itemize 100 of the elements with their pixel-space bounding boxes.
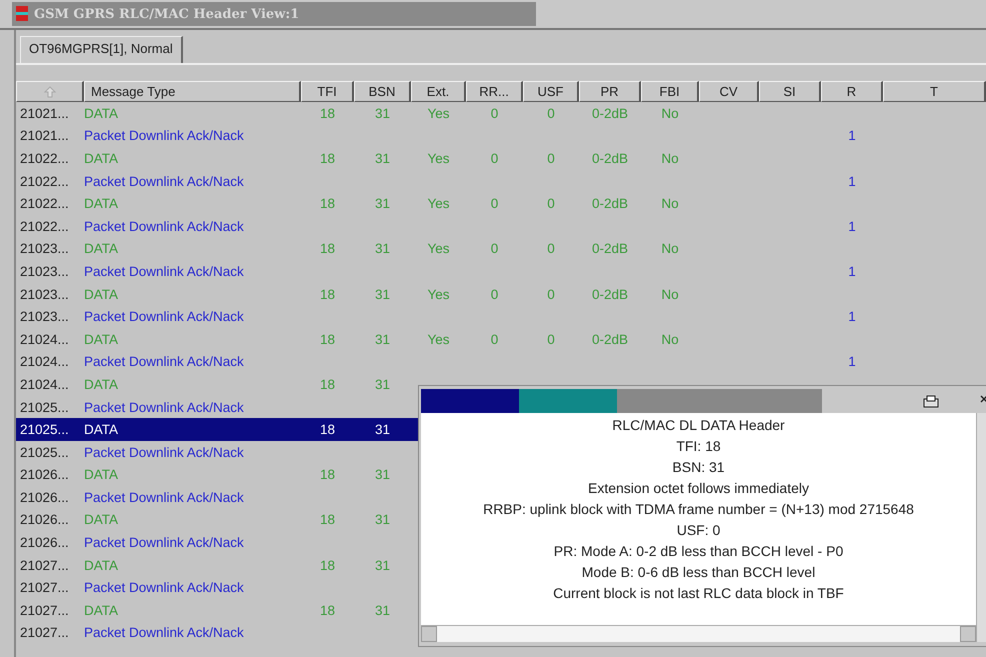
table-cell-text: 21023... <box>19 264 70 279</box>
table-cell-text: 21023... <box>19 309 70 324</box>
tab[interactable]: OT96MGPRS[1], Normal <box>20 36 183 63</box>
table-cell-text: Packet Downlink Ack/Nack <box>84 490 245 505</box>
table-row[interactable]: 21022... DATA 18 31 Yes 0 0 0-2dB No <box>16 147 986 170</box>
printer-icon[interactable] <box>923 394 939 408</box>
table-cell-text: DATA <box>84 106 120 121</box>
detail-line: BSN: 31 <box>672 459 725 477</box>
table-cell-text: 18 <box>318 332 336 347</box>
table-cell-text: 0-2dB <box>590 150 630 166</box>
table-cell-text: 31 <box>374 376 392 392</box>
table-cell-text: 0 <box>546 286 556 302</box>
table-row[interactable]: 21021... Packet Downlink Ack/Nack 1 <box>16 124 986 148</box>
table-cell-text: 18 <box>318 422 336 438</box>
table-row[interactable]: 21022... DATA 18 31 Yes 0 0 0-2dB No <box>16 192 986 215</box>
table-cell-text: Packet Downlink Ack/Nack <box>84 625 245 640</box>
table-row[interactable]: 21024... Packet Downlink Ack/Nack 1 <box>16 350 986 374</box>
table-row[interactable]: 21021... DATA 18 31 Yes 0 0 0-2dB No <box>16 102 986 125</box>
table-cell-text: 18 <box>318 558 336 573</box>
table-cell-text: Yes <box>426 286 451 302</box>
table-row[interactable]: 21024... DATA 18 31 Yes 0 0 0-2dB No <box>16 328 986 351</box>
arrow-icon <box>44 86 56 98</box>
table-cell-text: 21024... <box>19 332 70 347</box>
table-cell-text: 21027... <box>19 580 70 596</box>
detail-line: Mode B: 0-6 dB less than BCCH level <box>582 564 816 582</box>
column-header[interactable]: RR... <box>466 81 523 102</box>
table-cell-text: 21022... <box>19 174 70 189</box>
column-header[interactable]: Message Type <box>84 81 301 102</box>
table-row[interactable]: 21023... Packet Downlink Ack/Nack 1 <box>16 260 986 283</box>
table-cell-text: 0 <box>546 241 556 256</box>
table-cell-text: 18 <box>318 106 336 121</box>
table-cell-text: 0 <box>490 332 500 347</box>
column-header[interactable] <box>16 81 84 102</box>
table-cell-text: DATA <box>84 332 120 347</box>
table-cell-text: 31 <box>374 286 392 302</box>
table-cell-text: No <box>660 241 680 256</box>
column-header[interactable]: FBI <box>641 81 699 102</box>
table-cell-text: Packet Downlink Ack/Nack <box>84 128 245 144</box>
detail-line: RLC/MAC DL DATA Header <box>612 417 785 435</box>
column-header[interactable]: T <box>883 81 986 102</box>
close-icon <box>980 394 986 402</box>
table-cell-text: 21026... <box>19 467 70 482</box>
table-cell-text: 0 <box>490 150 500 166</box>
table-cell-text: 18 <box>318 286 336 302</box>
table-cell-text: DATA <box>84 512 120 528</box>
table-cell-text: 21022... <box>19 196 70 212</box>
table-cell-text: No <box>660 150 680 166</box>
detail-line: USF: 0 <box>676 522 720 540</box>
table-row[interactable]: 21023... DATA 18 31 Yes 0 0 0-2dB No <box>16 282 986 306</box>
horizontal-scrollbar[interactable] <box>421 625 976 642</box>
table-cell-text: Packet Downlink Ack/Nack <box>84 535 245 550</box>
table-cell-text: Packet Downlink Ack/Nack <box>84 218 245 234</box>
column-header[interactable]: PR <box>579 81 641 102</box>
table-cell-text: 0 <box>490 286 500 302</box>
column-header[interactable]: SI <box>759 81 821 102</box>
table-cell-text: 0 <box>546 106 556 121</box>
table-cell-text: 1 <box>847 218 857 234</box>
table-cell-text: DATA <box>84 602 120 618</box>
table-cell-text: No <box>660 106 680 121</box>
column-header[interactable]: CV <box>699 81 759 102</box>
table-cell-text: 1 <box>847 128 857 144</box>
table-cell-text: 21022... <box>19 150 70 166</box>
table-cell-text: 31 <box>374 558 392 573</box>
window-title: GSM GPRS RLC/MAC Header View:1 <box>34 6 300 22</box>
table-cell-text: 31 <box>374 196 392 212</box>
table-cell-text: 18 <box>318 241 336 256</box>
detail-line: Extension octet follows immediately <box>588 480 809 498</box>
table-cell-text: Yes <box>426 241 451 256</box>
detail-line: PR: Mode A: 0-2 dB less than BCCH level - P0 <box>554 543 844 561</box>
column-header[interactable]: BSN <box>354 81 411 102</box>
table-cell-text: 31 <box>374 106 392 121</box>
table-cell-text: 21021... <box>19 106 70 121</box>
table-cell-text: No <box>660 332 680 347</box>
table-cell-text: Packet Downlink Ack/Nack <box>84 354 245 370</box>
table-row[interactable]: 21023... DATA 18 31 Yes 0 0 0-2dB No <box>16 238 986 260</box>
table-cell-text: 0 <box>546 150 556 166</box>
table-cell-text: Packet Downlink Ack/Nack <box>84 400 245 415</box>
column-header[interactable]: Ext. <box>411 81 466 102</box>
table-cell-text: 0 <box>490 196 500 212</box>
detail-line: Current block is not last RLC data block in TBF <box>553 585 844 603</box>
column-header[interactable]: USF <box>523 81 579 102</box>
table-cell-text: 31 <box>374 241 392 256</box>
table-cell-text: 31 <box>374 332 392 347</box>
table-cell-text: 0-2dB <box>590 241 630 256</box>
table-row[interactable]: 21023... Packet Downlink Ack/Nack 1 <box>16 305 986 328</box>
table-cell-text: 18 <box>318 376 336 392</box>
table-row[interactable]: 21022... Packet Downlink Ack/Nack 1 <box>16 170 986 192</box>
table-cell-text: 31 <box>374 422 392 438</box>
table-cell-text: Yes <box>426 150 451 166</box>
table-cell-text: DATA <box>84 376 120 392</box>
table-row[interactable]: 21022... Packet Downlink Ack/Nack 1 <box>16 214 986 238</box>
vertical-scrollbar[interactable] <box>976 413 986 642</box>
column-header[interactable]: R <box>821 81 883 102</box>
table-cell-text: 21024... <box>19 376 70 392</box>
column-header[interactable]: TFI <box>301 81 354 102</box>
table-cell-text: 21027... <box>19 625 70 640</box>
table-cell-text: Yes <box>426 332 451 347</box>
table-cell-text: 1 <box>847 174 857 189</box>
table-cell-text: 31 <box>374 467 392 482</box>
table-cell-text: Packet Downlink Ack/Nack <box>84 580 245 596</box>
